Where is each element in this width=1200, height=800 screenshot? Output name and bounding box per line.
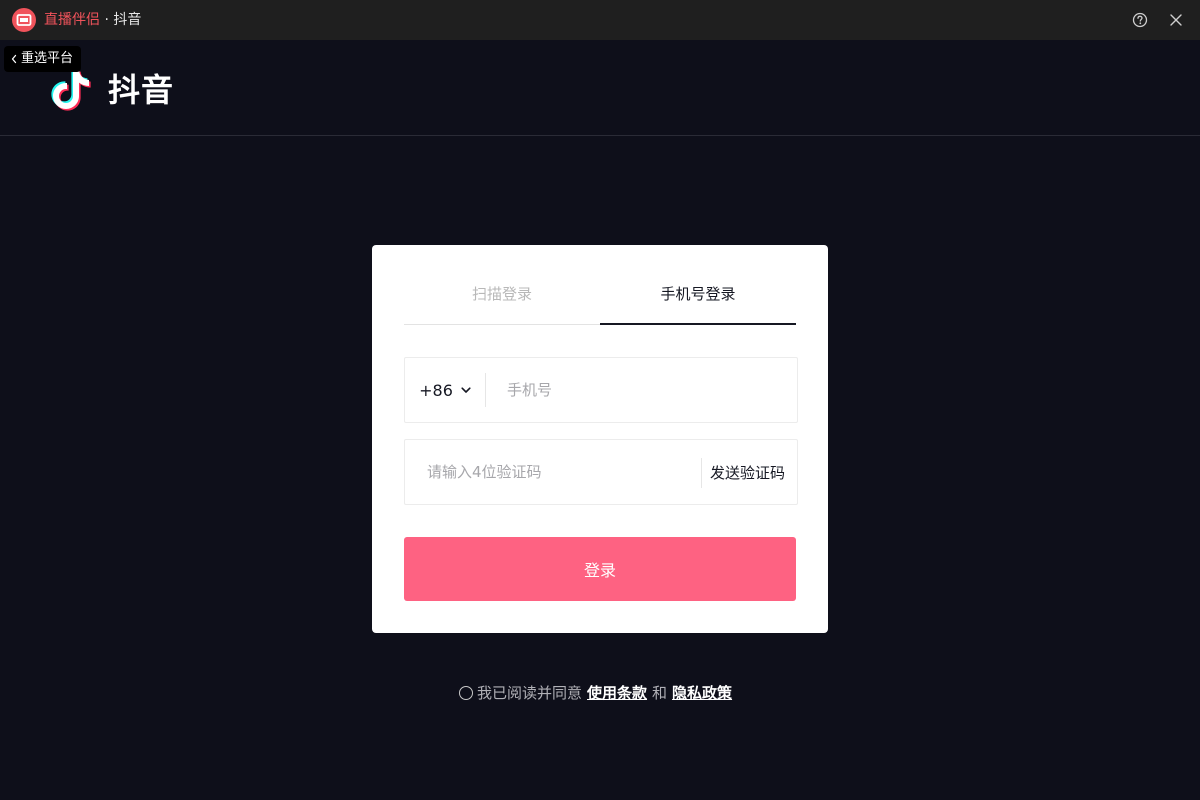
terms-link[interactable]: 使用条款 [587,683,647,703]
reselect-platform-label: 重选平台 [21,51,74,66]
tab-phone-login[interactable]: 手机号登录 [600,273,796,325]
verification-code-field: 发送验证码 [404,439,798,505]
window-title-app: 直播伴侣 [44,12,100,28]
chevron-down-icon [461,386,471,393]
reselect-platform-button[interactable]: 重选平台 [4,46,82,72]
agreement-text: 我已阅读并同意 [477,684,583,702]
country-code-value: +86 [419,380,453,400]
phone-input[interactable] [505,370,775,410]
phone-field: +86 [404,357,798,423]
douyin-logo-text: 抖音 [108,71,175,109]
title-bar: 直播伴侣 · 抖音 [0,0,1200,40]
login-tabs: 扫描登录 手机号登录 [404,273,796,325]
live-companion-icon [12,8,36,32]
login-card: 扫描登录 手机号登录 +86 发送验证码 登录 [372,245,828,633]
login-button[interactable]: 登录 [404,537,796,601]
privacy-link[interactable]: 隐私政策 [672,683,732,703]
help-icon [1132,12,1148,28]
verification-code-input[interactable] [425,452,697,492]
agreement-radio[interactable] [459,686,473,700]
window-title-separator: · [104,12,109,28]
country-code-select[interactable]: +86 [405,373,486,407]
help-button[interactable] [1130,10,1150,30]
tab-qr-login[interactable]: 扫描登录 [404,273,600,324]
send-code-button[interactable]: 发送验证码 [701,458,785,488]
close-icon [1170,14,1182,26]
close-button[interactable] [1166,10,1186,30]
chevron-left-icon [11,54,17,64]
window-title: 直播伴侣 · 抖音 [44,11,141,29]
agreement-row: 我已阅读并同意 使用条款 和 隐私政策 [459,683,737,703]
agreement-and: 和 [652,684,668,702]
window-title-platform: 抖音 [113,12,142,28]
platform-header: 抖音 重选平台 [0,40,1200,136]
